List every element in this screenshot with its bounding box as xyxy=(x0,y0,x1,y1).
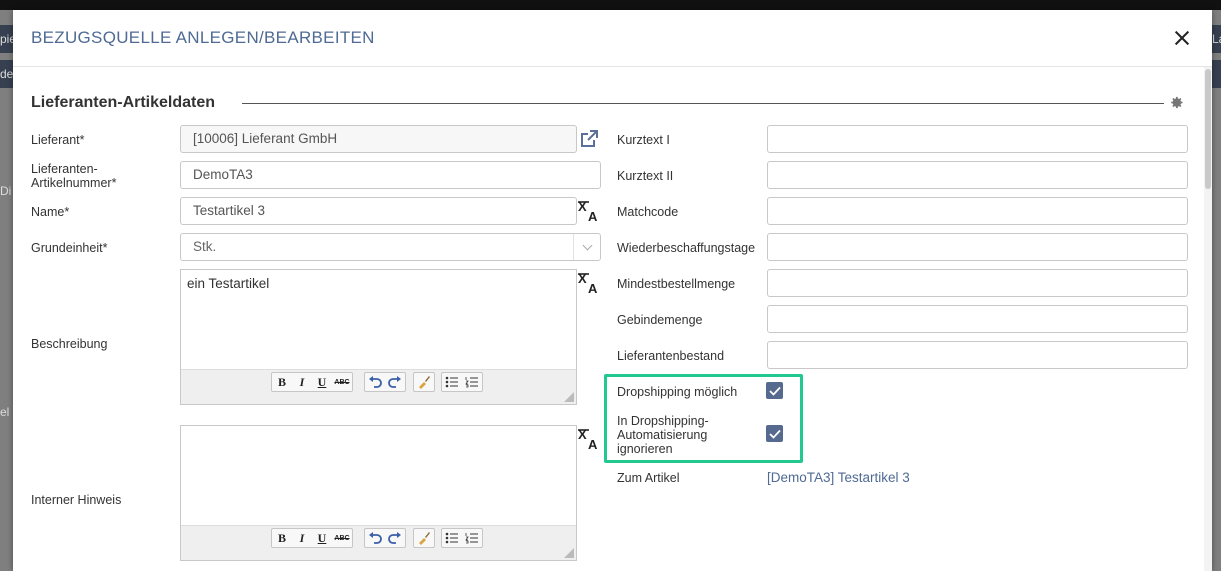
bg-topbar xyxy=(0,0,1221,10)
bg-text-fragment: Di xyxy=(0,184,12,198)
numbered-list-icon[interactable] xyxy=(462,373,482,391)
check-icon xyxy=(768,386,781,396)
svg-text:A: A xyxy=(588,437,598,451)
underline-button[interactable]: U xyxy=(312,373,332,391)
format-group: B I U ABC xyxy=(271,372,353,392)
section-divider xyxy=(242,103,1164,104)
lieferant-field[interactable]: [10006] Lieferant GmbH xyxy=(180,125,577,153)
italic-button[interactable]: I xyxy=(292,529,312,547)
gebindemenge-field[interactable] xyxy=(767,305,1188,333)
numbered-list-icon[interactable] xyxy=(462,529,482,547)
translate-icon[interactable]: X A xyxy=(577,427,601,451)
underline-button[interactable]: U xyxy=(312,529,332,547)
bullet-list-icon[interactable] xyxy=(442,529,462,547)
clear-group xyxy=(413,372,435,392)
check-icon xyxy=(768,429,781,439)
lieferant-label: Lieferant* xyxy=(31,133,85,147)
beschreibung-label: Beschreibung xyxy=(31,337,108,351)
kurztext1-label: Kurztext I xyxy=(617,133,670,147)
clear-format-icon[interactable] xyxy=(414,373,434,391)
kurztext1-field[interactable] xyxy=(767,125,1188,153)
resize-grip-icon[interactable] xyxy=(564,548,574,558)
artikelnummer-field[interactable]: DemoTA3 xyxy=(180,161,601,189)
lieferantenbestand-label: Lieferantenbestand xyxy=(617,349,725,363)
list-group xyxy=(441,372,483,392)
mindestbestellmenge-label: Mindestbestellmenge xyxy=(617,277,736,291)
undo-icon[interactable] xyxy=(365,529,385,547)
scrollbar-thumb[interactable] xyxy=(1205,69,1211,189)
resize-grip-icon[interactable] xyxy=(564,392,574,402)
matchcode-field[interactable] xyxy=(767,197,1188,225)
scrollbar[interactable] xyxy=(1204,67,1212,571)
clear-group xyxy=(413,528,435,548)
name-field[interactable]: Testartikel 3 xyxy=(180,197,577,225)
dialog-bezugsquelle: BEZUGSQUELLE ANLEGEN/BEARBEITEN Lieferan… xyxy=(13,10,1212,571)
dropshipping-possible-checkbox[interactable] xyxy=(766,382,783,399)
bg-text-fragment: de xyxy=(0,67,14,81)
zum-artikel-link[interactable]: [DemoTA3] Testartikel 3 xyxy=(767,470,910,485)
dropshipping-ignore-label-line2: Automatisierung xyxy=(617,428,708,442)
interner-hinweis-editor[interactable]: B I U ABC xyxy=(180,425,577,561)
close-icon[interactable] xyxy=(1170,26,1194,50)
undo-icon[interactable] xyxy=(365,373,385,391)
kurztext2-field[interactable] xyxy=(767,161,1188,189)
redo-icon[interactable] xyxy=(385,529,405,547)
kurztext2-label: Kurztext II xyxy=(617,169,674,183)
grundeinheit-label: Grundeinheit* xyxy=(31,241,108,255)
gear-icon[interactable] xyxy=(1169,95,1184,110)
strikethrough-button[interactable]: ABC xyxy=(332,373,352,391)
dialog-title: BEZUGSQUELLE ANLEGEN/BEARBEITEN xyxy=(31,28,375,47)
zum-artikel-label: Zum Artikel xyxy=(617,471,680,485)
artikelnummer-label-line2: Artikelnummer* xyxy=(31,176,117,190)
history-group xyxy=(364,372,406,392)
interner-hinweis-label: Interner Hinweis xyxy=(31,493,122,507)
svg-text:A: A xyxy=(588,281,598,295)
matchcode-label: Matchcode xyxy=(617,205,679,219)
dropshipping-possible-label: Dropshipping möglich xyxy=(617,385,738,399)
artikelnummer-label: Lieferanten- Artikelnummer* xyxy=(31,162,116,190)
bullet-list-icon[interactable] xyxy=(442,373,462,391)
redo-icon[interactable] xyxy=(385,373,405,391)
dropshipping-ignore-label-line3: ignorieren xyxy=(617,442,673,456)
clear-format-icon[interactable] xyxy=(414,529,434,547)
history-group xyxy=(364,528,406,548)
lieferantenbestand-field[interactable] xyxy=(767,341,1188,369)
translate-icon[interactable]: X A xyxy=(577,199,601,223)
grundeinheit-select[interactable]: Stk. xyxy=(180,233,601,261)
list-group xyxy=(441,528,483,548)
chevron-down-icon[interactable] xyxy=(573,234,600,260)
bold-button[interactable]: B xyxy=(272,373,292,391)
wiederbeschaffungstage-label: Wiederbeschaffungstage xyxy=(617,241,756,255)
wiederbeschaffungstage-field[interactable] xyxy=(767,233,1188,261)
dropshipping-ignore-checkbox[interactable] xyxy=(766,425,783,442)
dropshipping-ignore-label-line1: In Dropshipping- xyxy=(617,414,709,428)
gebindemenge-label: Gebindemenge xyxy=(617,313,703,327)
format-group: B I U ABC xyxy=(271,528,353,548)
translate-icon[interactable]: X A xyxy=(577,271,601,295)
dialog-header: BEZUGSQUELLE ANLEGEN/BEARBEITEN xyxy=(13,10,1212,67)
grundeinheit-value: Stk. xyxy=(193,239,217,254)
strikethrough-button[interactable]: ABC xyxy=(332,529,352,547)
artikelnummer-label-line1: Lieferanten- xyxy=(31,162,98,176)
svg-text:A: A xyxy=(588,209,598,223)
italic-button[interactable]: I xyxy=(292,373,312,391)
dropshipping-ignore-label: In Dropshipping- Automatisierung ignorie… xyxy=(617,414,709,456)
editor-toolbar: B I U ABC xyxy=(181,525,576,560)
editor-toolbar: B I U ABC xyxy=(181,369,576,404)
bg-text-fragment: La xyxy=(1212,32,1221,46)
bold-button[interactable]: B xyxy=(272,529,292,547)
mindestbestellmenge-field[interactable] xyxy=(767,269,1188,297)
beschreibung-text[interactable]: ein Testartikel xyxy=(187,276,269,291)
external-link-icon[interactable] xyxy=(577,127,601,151)
name-label: Name* xyxy=(31,205,70,219)
beschreibung-editor[interactable]: ein Testartikel B I U ABC xyxy=(180,269,577,405)
section-title: Lieferanten-Artikeldaten xyxy=(31,94,216,111)
